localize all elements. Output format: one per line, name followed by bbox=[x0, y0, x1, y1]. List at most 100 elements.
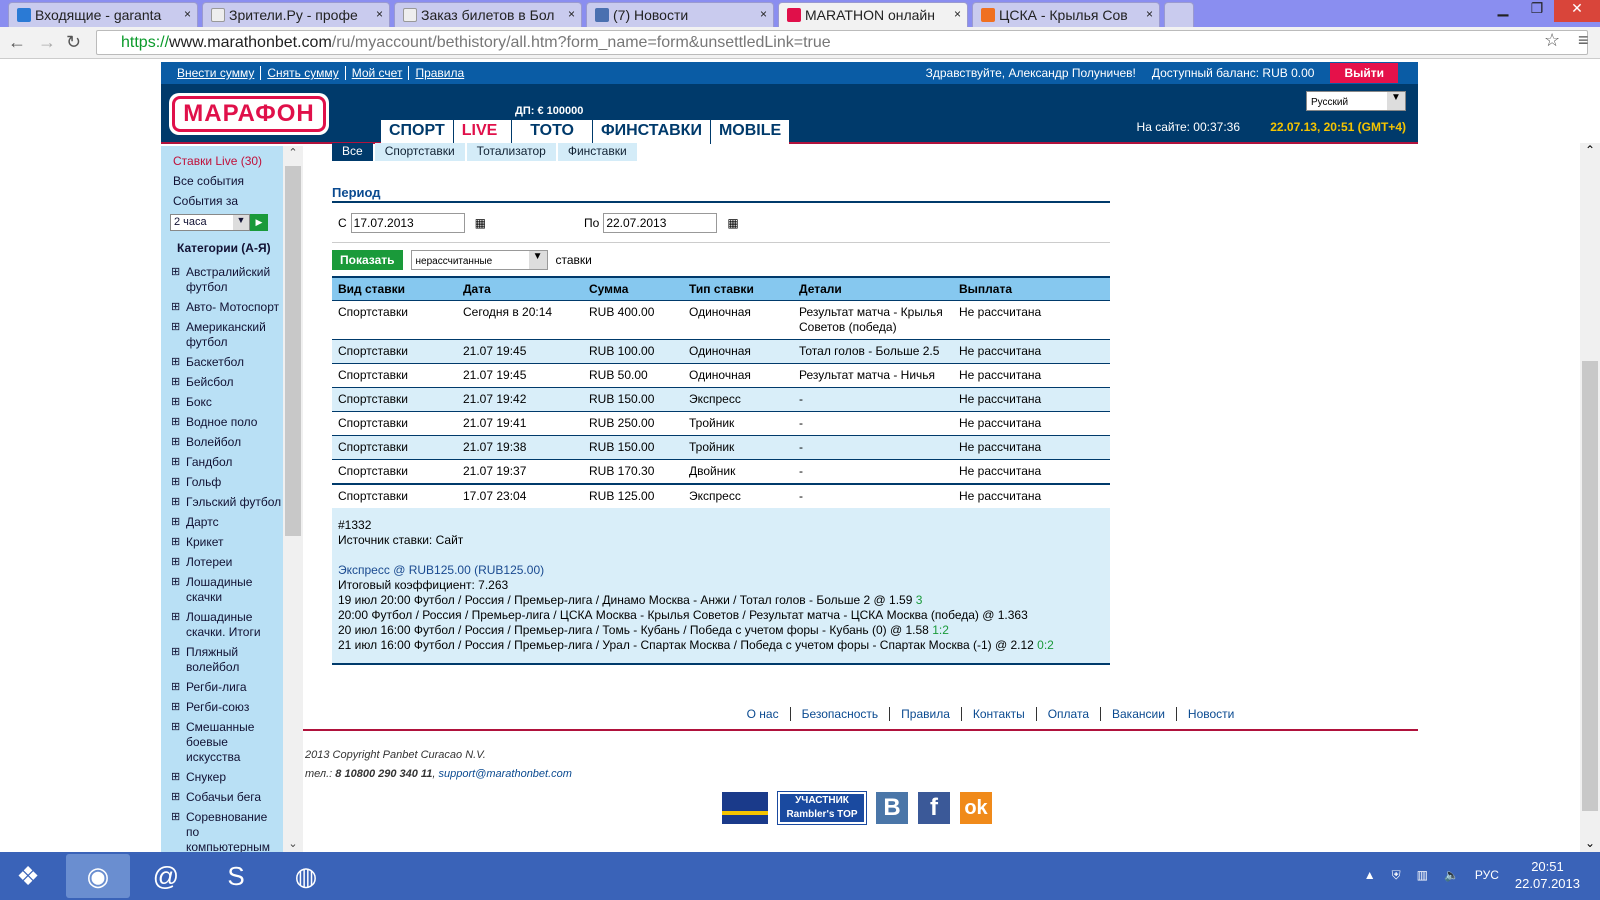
bet-row[interactable]: Спортставки 21.07 19:41 RUB 250.00 Тройник -… bbox=[332, 411, 1110, 436]
keyboard-language[interactable]: РУС bbox=[1475, 868, 1499, 882]
footer-link-news[interactable]: Новости bbox=[1177, 707, 1245, 721]
category-item[interactable]: Регби-лига bbox=[171, 680, 283, 695]
live-bets-link[interactable]: Ставки Live (30) bbox=[173, 154, 283, 168]
language-select[interactable]: Русский ▼ bbox=[1306, 91, 1406, 111]
close-tab-icon[interactable]: × bbox=[376, 7, 383, 21]
tab-all[interactable]: Все bbox=[332, 143, 373, 161]
category-item[interactable]: Гандбол bbox=[171, 455, 283, 470]
bookmark-star-icon[interactable]: ☆ bbox=[1544, 30, 1560, 51]
category-item[interactable]: Собачьи бега bbox=[171, 790, 283, 805]
logout-button[interactable]: Выйти bbox=[1330, 63, 1398, 83]
nav-live[interactable]: LIVE bbox=[454, 120, 513, 144]
category-item[interactable]: Баскетбол bbox=[171, 355, 283, 370]
tray-arrow-icon[interactable]: ▲ bbox=[1364, 868, 1376, 882]
footer-link-payment[interactable]: Оплата bbox=[1037, 707, 1101, 721]
footer-link-vacancies[interactable]: Вакансии bbox=[1101, 707, 1177, 721]
footer-link-contacts[interactable]: Контакты bbox=[962, 707, 1037, 721]
browser-tab[interactable]: (7) Новости × bbox=[586, 2, 774, 27]
back-icon[interactable]: ← bbox=[8, 32, 26, 53]
close-tab-icon[interactable]: × bbox=[184, 7, 191, 21]
browser-tab[interactable]: ЦСКА - Крылья Сов × bbox=[972, 2, 1160, 27]
category-item[interactable]: Волейбол bbox=[171, 435, 283, 450]
category-item[interactable]: Смешанные боевые искусства bbox=[171, 720, 283, 765]
calendar-icon[interactable]: ▦ bbox=[727, 216, 738, 230]
clock[interactable]: 20:51 22.07.2013 bbox=[1515, 858, 1580, 892]
bet-row[interactable]: Спортставки Сегодня в 20:14 RUB 400.00 Один… bbox=[332, 300, 1110, 340]
category-item[interactable]: Гэльский футбол bbox=[171, 495, 283, 510]
bet-row[interactable]: Спортставки 21.07 19:45 RUB 100.00 Одиночна… bbox=[332, 339, 1110, 364]
bet-row[interactable]: Спортставки 21.07 19:38 RUB 150.00 Тройник -… bbox=[332, 435, 1110, 460]
app-icon[interactable]: ◍ bbox=[274, 854, 338, 898]
category-item[interactable]: Снукер bbox=[171, 770, 283, 785]
menu-icon[interactable]: ≡ bbox=[1578, 30, 1589, 51]
nav-sport[interactable]: СПОРТ bbox=[381, 120, 454, 144]
category-item[interactable]: Американский футбол bbox=[171, 320, 283, 350]
nav-toto[interactable]: ТОТО bbox=[512, 120, 593, 144]
close-tab-icon[interactable]: × bbox=[954, 7, 961, 21]
my-account-link[interactable]: Мой счет bbox=[346, 66, 410, 80]
nav-finstavki[interactable]: ФИНСТАВКИ bbox=[593, 120, 711, 144]
rambler-top100-badge[interactable]: УЧАСТНИК Rambler's TOP 100 bbox=[777, 791, 867, 834]
show-button[interactable]: Показать bbox=[332, 250, 403, 270]
tab-toto[interactable]: Тотализатор bbox=[466, 143, 556, 161]
category-item[interactable]: Пляжный волейбол bbox=[171, 645, 283, 675]
reload-icon[interactable]: ↻ bbox=[66, 32, 81, 53]
category-item[interactable]: Лошадиные скачки bbox=[171, 575, 283, 605]
category-item[interactable]: Водное поло bbox=[171, 415, 283, 430]
footer-link-security[interactable]: Безопасность bbox=[791, 707, 891, 721]
footer-link-rules[interactable]: Правила bbox=[890, 707, 962, 721]
category-item[interactable]: Австралийский футбол bbox=[171, 265, 283, 295]
bet-row[interactable]: Спортставки 21.07 19:37 RUB 170.30 Двойник -… bbox=[332, 459, 1110, 484]
category-item[interactable]: Бейсбол bbox=[171, 375, 283, 390]
bet-row[interactable]: Спортставки 17.07 23:04 RUB 125.00 Экспресс… bbox=[332, 483, 1110, 508]
category-item[interactable]: Дартс bbox=[171, 515, 283, 530]
volume-icon[interactable]: 🔈 bbox=[1444, 868, 1459, 882]
nav-mobile[interactable]: MOBILE bbox=[711, 120, 789, 144]
all-events-link[interactable]: Все события bbox=[173, 174, 283, 188]
scroll-thumb[interactable] bbox=[285, 166, 301, 536]
antivirus-icon[interactable]: ⛨ bbox=[1392, 868, 1401, 883]
rules-link[interactable]: Правила bbox=[409, 66, 470, 80]
close-tab-icon[interactable]: × bbox=[1146, 7, 1153, 21]
scroll-thumb[interactable] bbox=[1582, 361, 1598, 811]
go-button[interactable]: ▶ bbox=[250, 214, 268, 231]
close-tab-icon[interactable]: × bbox=[568, 7, 575, 21]
filter-select[interactable]: нерассчитанные ▼ bbox=[410, 250, 548, 270]
chrome-icon[interactable]: ◉ bbox=[66, 854, 130, 898]
scroll-down-icon[interactable]: ⌄ bbox=[1585, 836, 1595, 850]
category-item[interactable]: Бокс bbox=[171, 395, 283, 410]
close-window-icon[interactable]: ✕ bbox=[1554, 0, 1600, 22]
facebook-icon[interactable]: f bbox=[918, 792, 950, 824]
support-email-link[interactable]: support@marathonbet.com bbox=[438, 768, 571, 780]
url-input[interactable]: https://www.marathonbet.com/ru/myaccount… bbox=[96, 30, 1588, 55]
scroll-up-icon[interactable]: ⌃ bbox=[1585, 143, 1595, 157]
category-item[interactable]: Лошадиные скачки. Итоги bbox=[171, 610, 283, 640]
marathon-logo[interactable]: МАРАФОН bbox=[169, 93, 329, 135]
maximize-icon[interactable]: ❐ bbox=[1520, 0, 1554, 22]
deposit-link[interactable]: Внести сумму bbox=[171, 66, 262, 80]
category-item[interactable]: Крикет bbox=[171, 535, 283, 550]
start-button[interactable]: ❖ bbox=[0, 854, 56, 898]
odnoklassniki-icon[interactable]: ok bbox=[960, 792, 992, 824]
page-scrollbar[interactable]: ⌃ ⌄ bbox=[1580, 143, 1600, 852]
browser-tab[interactable]: Входящие - garanta × bbox=[8, 2, 198, 27]
browser-tab[interactable]: Зрители.Ру - профе × bbox=[202, 2, 390, 27]
withdraw-link[interactable]: Снять сумму bbox=[261, 66, 346, 80]
scroll-up-icon[interactable]: ⌃ bbox=[283, 146, 303, 159]
minimize-icon[interactable]: ▁ bbox=[1486, 0, 1520, 22]
category-item[interactable]: Авто- Мотоспорт bbox=[171, 300, 283, 315]
bet-row[interactable]: Спортставки 21.07 19:45 RUB 50.00 Одиночная… bbox=[332, 363, 1110, 388]
to-date-input[interactable] bbox=[603, 212, 718, 233]
bet-row[interactable]: Спортставки 21.07 19:42 RUB 150.00 Экспресс… bbox=[332, 387, 1110, 412]
footer-link-about[interactable]: О нас bbox=[736, 707, 791, 721]
category-item[interactable]: Лотереи bbox=[171, 555, 283, 570]
browser-tab[interactable]: Заказ билетов в Бол × bbox=[394, 2, 582, 27]
category-item[interactable]: Регби-союз bbox=[171, 700, 283, 715]
category-item[interactable]: Соревнование по компьютерным играм bbox=[171, 810, 283, 852]
mail-agent-icon[interactable]: @ bbox=[134, 854, 198, 898]
new-tab-button[interactable] bbox=[1164, 2, 1194, 27]
tab-finstavki[interactable]: Финставки bbox=[557, 143, 637, 161]
network-icon[interactable]: ▥ bbox=[1417, 868, 1428, 882]
tab-sport[interactable]: Спортставки bbox=[374, 143, 465, 161]
scroll-down-icon[interactable]: ⌄ bbox=[283, 837, 303, 850]
